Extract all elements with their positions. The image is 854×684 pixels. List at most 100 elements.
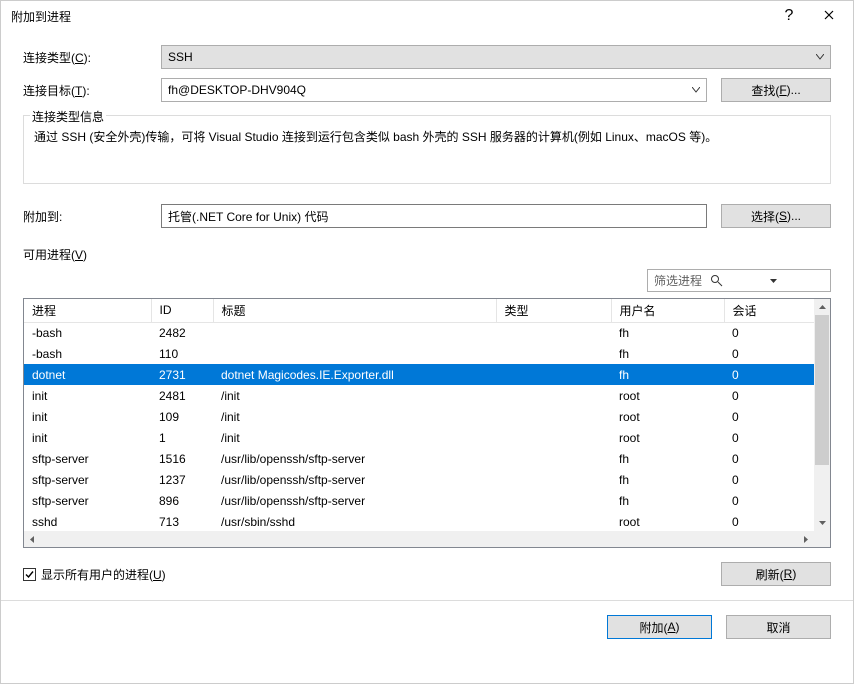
cell-type	[496, 427, 611, 448]
cell-user: root	[611, 406, 724, 427]
cell-title: /init	[213, 427, 496, 448]
cell-id: 1237	[151, 469, 213, 490]
chevron-down-icon	[816, 54, 824, 60]
col-user[interactable]: 用户名	[611, 299, 724, 322]
cell-type	[496, 469, 611, 490]
cell-sess: 0	[724, 490, 814, 511]
cell-sess: 0	[724, 469, 814, 490]
table-row[interactable]: sftp-server1516/usr/lib/openssh/sftp-ser…	[24, 448, 814, 469]
separator	[1, 600, 853, 601]
close-icon	[824, 9, 834, 23]
cell-title: /usr/sbin/sshd	[213, 511, 496, 531]
process-table-container: 进程 ID 标题 类型 用户名 会话 -bash2482fh0-bash110f…	[23, 298, 831, 548]
cell-sess: 0	[724, 385, 814, 406]
show-all-users-checkbox[interactable]: 显示所有用户的进程(U)	[23, 566, 707, 583]
connection-info-text: 通过 SSH (安全外壳)传输，可将 Visual Studio 连接到运行包含…	[34, 128, 820, 147]
help-icon: ?	[785, 7, 794, 25]
chevron-down-icon	[692, 87, 700, 93]
cell-id: 2481	[151, 385, 213, 406]
connection-target-value: fh@DESKTOP-DHV904Q	[168, 83, 306, 97]
cell-id: 1	[151, 427, 213, 448]
table-row[interactable]: -bash2482fh0	[24, 322, 814, 343]
dialog-content: 连接类型(C): SSH 连接目标(T): fh@DESKTOP-DHV904Q…	[1, 31, 853, 683]
cell-id: 110	[151, 343, 213, 364]
cell-title	[213, 343, 496, 364]
connection-info-legend: 连接类型信息	[30, 108, 106, 125]
chevron-down-icon	[770, 279, 826, 283]
table-row[interactable]: init2481/initroot0	[24, 385, 814, 406]
cell-type	[496, 406, 611, 427]
connection-target-row: 连接目标(T): fh@DESKTOP-DHV904Q 查找(F)...	[23, 78, 831, 102]
table-row[interactable]: init109/initroot0	[24, 406, 814, 427]
connection-type-value: SSH	[168, 50, 193, 64]
cell-user: fh	[611, 448, 724, 469]
cell-title: dotnet Magicodes.IE.Exporter.dll	[213, 364, 496, 385]
cell-user: fh	[611, 364, 724, 385]
horizontal-scrollbar[interactable]	[24, 531, 814, 547]
table-row[interactable]: -bash110fh0	[24, 343, 814, 364]
table-row[interactable]: sshd713/usr/sbin/sshd root0	[24, 511, 814, 531]
cancel-button[interactable]: 取消	[726, 615, 831, 639]
cell-id: 713	[151, 511, 213, 531]
cell-type	[496, 448, 611, 469]
cell-type	[496, 511, 611, 531]
table-row[interactable]: dotnet2731dotnet Magicodes.IE.Exporter.d…	[24, 364, 814, 385]
cell-user: root	[611, 385, 724, 406]
filter-input[interactable]: 筛选进程	[647, 269, 831, 292]
cell-sess: 0	[724, 322, 814, 343]
select-button[interactable]: 选择(S)...	[721, 204, 831, 228]
cell-user: root	[611, 511, 724, 531]
col-session[interactable]: 会话	[724, 299, 814, 322]
show-all-users-label: 显示所有用户的进程(U)	[41, 566, 166, 583]
cell-sess: 0	[724, 427, 814, 448]
cell-proc: sftp-server	[24, 490, 151, 511]
col-process[interactable]: 进程	[24, 299, 151, 322]
connection-type-label: 连接类型(C):	[23, 49, 161, 66]
cell-proc: sftp-server	[24, 448, 151, 469]
cell-id: 896	[151, 490, 213, 511]
table-row[interactable]: sftp-server896/usr/lib/openssh/sftp-serv…	[24, 490, 814, 511]
search-icon	[710, 274, 766, 287]
cell-user: root	[611, 427, 724, 448]
cell-title: /usr/lib/openssh/sftp-server	[213, 469, 496, 490]
attach-to-value: 托管(.NET Core for Unix) 代码	[161, 204, 707, 228]
attach-to-row: 附加到: 托管(.NET Core for Unix) 代码 选择(S)...	[23, 204, 831, 228]
cell-sess: 0	[724, 364, 814, 385]
cell-title	[213, 322, 496, 343]
cell-sess: 0	[724, 511, 814, 531]
vertical-scrollbar[interactable]	[814, 299, 830, 531]
connection-info-fieldset: 连接类型信息 通过 SSH (安全外壳)传输，可将 Visual Studio …	[23, 115, 831, 184]
close-button[interactable]	[809, 1, 849, 31]
table-row[interactable]: sftp-server1237/usr/lib/openssh/sftp-ser…	[24, 469, 814, 490]
table-row[interactable]: init1/initroot0	[24, 427, 814, 448]
cell-proc: sshd	[24, 511, 151, 531]
attach-button[interactable]: 附加(A)	[607, 615, 712, 639]
col-title[interactable]: 标题	[213, 299, 496, 322]
available-processes-label: 可用进程(V)	[23, 246, 831, 263]
refresh-button[interactable]: 刷新(R)	[721, 562, 831, 586]
cell-proc: sftp-server	[24, 469, 151, 490]
scroll-up-icon[interactable]	[814, 299, 830, 315]
cell-type	[496, 385, 611, 406]
find-button[interactable]: 查找(F)...	[721, 78, 831, 102]
cell-proc: -bash	[24, 343, 151, 364]
connection-target-select[interactable]: fh@DESKTOP-DHV904Q	[161, 78, 707, 102]
scroll-right-icon[interactable]	[798, 531, 814, 547]
scroll-thumb[interactable]	[815, 315, 829, 465]
titlebar: 附加到进程 ?	[1, 1, 853, 31]
cell-title: /init	[213, 406, 496, 427]
col-id[interactable]: ID	[151, 299, 213, 322]
cell-id: 1516	[151, 448, 213, 469]
col-type[interactable]: 类型	[496, 299, 611, 322]
attach-to-process-dialog: 附加到进程 ? 连接类型(C): SSH 连接目标(T): fh@DESKTOP…	[0, 0, 854, 684]
checkbox-icon	[23, 568, 36, 581]
process-table-scroll: 进程 ID 标题 类型 用户名 会话 -bash2482fh0-bash110f…	[24, 299, 814, 531]
help-button[interactable]: ?	[769, 1, 809, 31]
scroll-left-icon[interactable]	[24, 531, 40, 547]
connection-type-select[interactable]: SSH	[161, 45, 831, 69]
cell-title: /usr/lib/openssh/sftp-server	[213, 490, 496, 511]
connection-type-row: 连接类型(C): SSH	[23, 45, 831, 69]
scroll-corner	[814, 531, 830, 547]
cell-user: fh	[611, 469, 724, 490]
scroll-down-icon[interactable]	[814, 515, 830, 531]
